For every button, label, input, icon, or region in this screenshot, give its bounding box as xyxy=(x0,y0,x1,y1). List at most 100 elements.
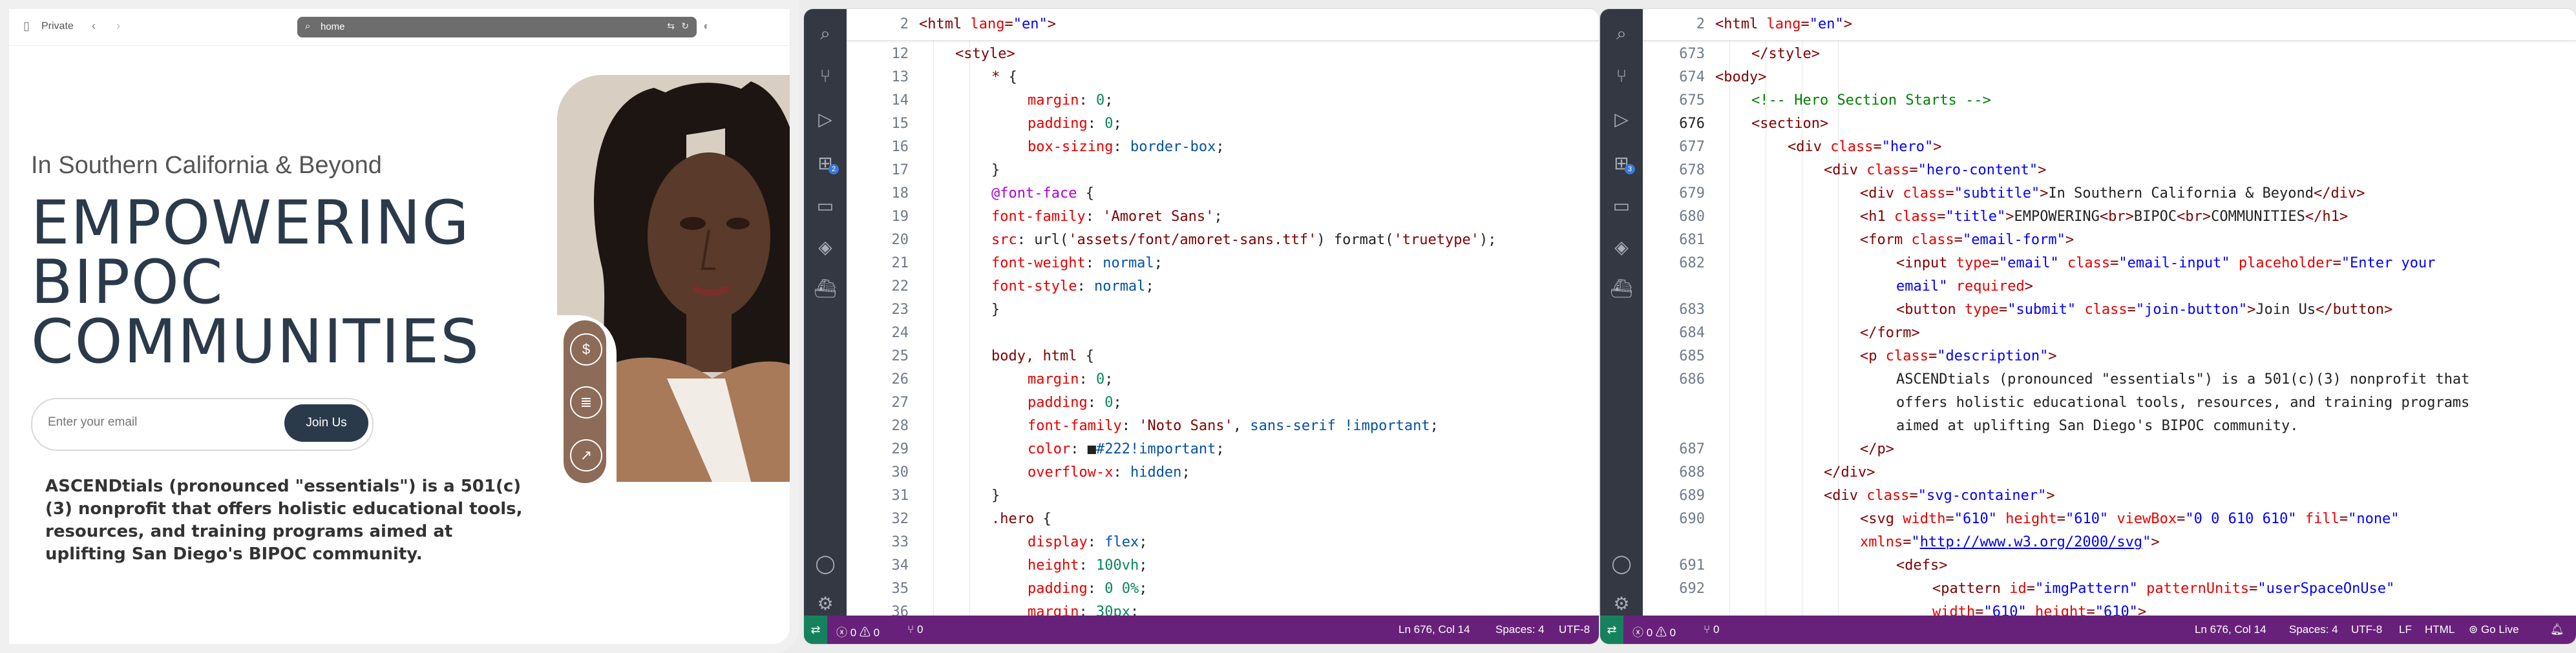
hero-title-line: BIPOC xyxy=(31,247,224,318)
code-line: offers holistic educational tools, resou… xyxy=(1896,395,2470,411)
email-input[interactable] xyxy=(47,415,243,430)
sidebar-icon[interactable]: ▯ xyxy=(23,19,30,33)
code-line: 685 <p class="description"> xyxy=(1679,348,2057,364)
code-line: 679 <div class="subtitle">In Southern Cal… xyxy=(1679,185,2365,202)
code-line: 680 <h1 class="title">EMPOWERING<br>BIPOC… xyxy=(1679,209,2349,225)
figma-icon[interactable]: ◈ xyxy=(1600,236,1643,258)
code-line: email" required> xyxy=(1896,278,2033,295)
indentation[interactable]: Spaces: 4 xyxy=(1495,623,1545,636)
docker-icon[interactable]: ⛴ xyxy=(804,278,847,299)
code-line: 17} xyxy=(891,162,1000,178)
code-line: 688 </div> xyxy=(1679,464,1875,481)
code-line: 691 <defs> xyxy=(1679,557,1948,574)
newsletter-icon[interactable]: ≣ xyxy=(570,386,602,419)
reader-icon[interactable]: ◐ xyxy=(703,19,710,33)
back-icon[interactable]: ‹ xyxy=(92,19,96,33)
extensions-icon[interactable]: ⊞ xyxy=(1600,152,1643,174)
language-mode[interactable]: HTML xyxy=(2425,623,2455,636)
figma-icon[interactable]: ◈ xyxy=(804,236,847,258)
browser-viewport: ▯ Private ‹ › ⌕ home ⇆ ↻ ◐ In Southern C… xyxy=(9,9,790,627)
hero-subtitle: In Southern California & Beyond xyxy=(31,152,382,179)
code-line: 16 box-sizing: border-box; xyxy=(891,139,1225,155)
cursor-position[interactable]: Ln 676, Col 14 xyxy=(2195,623,2266,636)
code-line: 33 display: flex; xyxy=(891,534,1148,550)
search-icon[interactable]: ⌕ xyxy=(804,23,847,45)
code-line: 678 <div class="hero-content"> xyxy=(1679,162,2047,178)
code-area[interactable]: 2 <html lang="en"> 673 </style> 674 <body> … xyxy=(1643,9,2576,616)
account-icon[interactable]: ◯ xyxy=(804,553,847,574)
ports-indicator[interactable]: ⑂ 0 xyxy=(1704,623,1719,636)
code-line: 35 padding: 0 0%; xyxy=(891,581,1148,597)
code-line: 22 font-style: normal; xyxy=(891,278,1154,295)
account-icon[interactable]: ◯ xyxy=(1600,553,1643,574)
problems-indicator[interactable]: ⓧ 0 ⚠ 0 xyxy=(1632,623,1676,639)
code-line: 34 height: 100vh; xyxy=(891,557,1148,574)
code-line: 32 .hero { xyxy=(891,511,1051,527)
remote-explorer-icon[interactable]: ▭ xyxy=(804,195,847,216)
search-icon[interactable]: ⌕ xyxy=(1600,23,1643,45)
hero-title-line: COMMUNITIES xyxy=(31,307,480,377)
forward-icon[interactable]: › xyxy=(116,19,120,33)
code-line: 676 <section> xyxy=(1679,116,1829,132)
hero-title: EMPOWERING BIPOC COMMUNITIES xyxy=(31,188,480,377)
encoding[interactable]: UTF-8 xyxy=(2351,623,2382,636)
settings-gear-icon[interactable]: ⚙ xyxy=(804,593,847,614)
extensions-icon[interactable]: ⊞ xyxy=(804,152,847,174)
code-line: 674 <body> xyxy=(1679,69,1767,85)
code-line: 30 overflow-x: hidden; xyxy=(891,464,1190,481)
ports-indicator[interactable]: ⑂ 0 xyxy=(907,623,923,636)
cursor-position[interactable]: Ln 676, Col 14 xyxy=(1399,623,1470,636)
go-live-button[interactable]: ⊚ Go Live xyxy=(2469,623,2519,636)
status-bar: ⇄ ⓧ 0 ⚠ 0 ⑂ 0 Ln 676, Col 14 Spaces: 4 U… xyxy=(1600,616,2576,644)
code-line: 31} xyxy=(891,488,1000,504)
browser-window: ▯ Private ‹ › ⌕ home ⇆ ↻ ◐ In Southern C… xyxy=(0,0,799,653)
code-line: 673 </style> xyxy=(1679,46,1820,62)
code-line: 13 * { xyxy=(891,69,1017,85)
code-line: 682 <input type="email" class="email-inpu… xyxy=(1679,255,2436,271)
code-area[interactable]: 2 <html lang="en"> 12 <style> 13 * { 14 marg… xyxy=(847,9,1599,616)
reload-icon[interactable]: ↻ xyxy=(681,21,689,32)
search-icon: ⌕ xyxy=(305,21,311,32)
code-line: 689 <div class="svg-container"> xyxy=(1679,488,2055,504)
line-number: 2 xyxy=(1696,16,1705,32)
activity-bar: ⌕ ⑂ ▷ ⊞ 2 ▭ ◈ ⛴ ◯ ⚙ xyxy=(804,9,847,644)
address-bar[interactable]: ⌕ home ⇆ ↻ xyxy=(297,17,697,37)
problems-indicator[interactable]: ⓧ 0 ⚠ 0 xyxy=(836,623,880,639)
line-number: 2 xyxy=(900,16,909,32)
hero-image: $ ≣ ↗ xyxy=(554,75,790,548)
code-line: 12 <style> xyxy=(891,46,1015,62)
translate-icon[interactable]: ⇆ xyxy=(667,21,675,32)
encoding[interactable]: UTF-8 xyxy=(1559,623,1590,636)
hero-title-line: EMPOWERING xyxy=(31,188,470,258)
code-line: 690 <svg width="610" height="610" viewBox… xyxy=(1679,511,2400,527)
join-button[interactable]: Join Us xyxy=(284,404,368,442)
code-line: 14 margin: 0; xyxy=(891,92,1114,109)
end-of-line[interactable]: LF xyxy=(2399,623,2412,636)
notifications-bell-icon[interactable]: 🔔︎ xyxy=(2550,623,2564,636)
code-line: 677 <div class="hero"> xyxy=(1679,139,1942,155)
run-debug-icon[interactable]: ▷ xyxy=(1600,109,1643,130)
source-control-icon[interactable]: ⑂ xyxy=(1600,66,1643,87)
private-label: Private xyxy=(41,21,74,32)
code-line: 36 margin: 30px; xyxy=(891,604,1139,616)
remote-indicator-icon[interactable]: ⇄ xyxy=(1600,616,1623,644)
code-line: 20 src: url('assets/font/amoret-sans.ttf'… xyxy=(891,232,1497,248)
remote-indicator-icon[interactable]: ⇄ xyxy=(804,616,827,644)
code-line: 25 body, html { xyxy=(891,348,1094,364)
arrow-up-right-icon[interactable]: ↗ xyxy=(570,439,602,472)
code-line: 18 @font-face { xyxy=(891,185,1094,202)
code-line: 19 font-family: 'Amoret Sans'; xyxy=(891,209,1223,225)
indentation[interactable]: Spaces: 4 xyxy=(2289,623,2338,636)
donate-icon[interactable]: $ xyxy=(570,333,602,366)
code-line: 2 <html lang="en"> xyxy=(847,13,1599,36)
code-line: 684 </form> xyxy=(1679,325,1920,341)
run-debug-icon[interactable]: ▷ xyxy=(804,109,847,130)
code-line: 15 padding: 0; xyxy=(891,116,1122,132)
code-line: 681 <form class="email-form"> xyxy=(1679,232,2075,248)
remote-explorer-icon[interactable]: ▭ xyxy=(1600,195,1643,216)
settings-gear-icon[interactable]: ⚙ xyxy=(1600,593,1643,614)
sticky-scroll: 2 <html lang="en"> xyxy=(1643,9,2576,41)
docker-icon[interactable]: ⛴ xyxy=(1600,278,1643,299)
source-control-icon[interactable]: ⑂ xyxy=(804,66,847,87)
email-form: Join Us xyxy=(31,398,374,451)
